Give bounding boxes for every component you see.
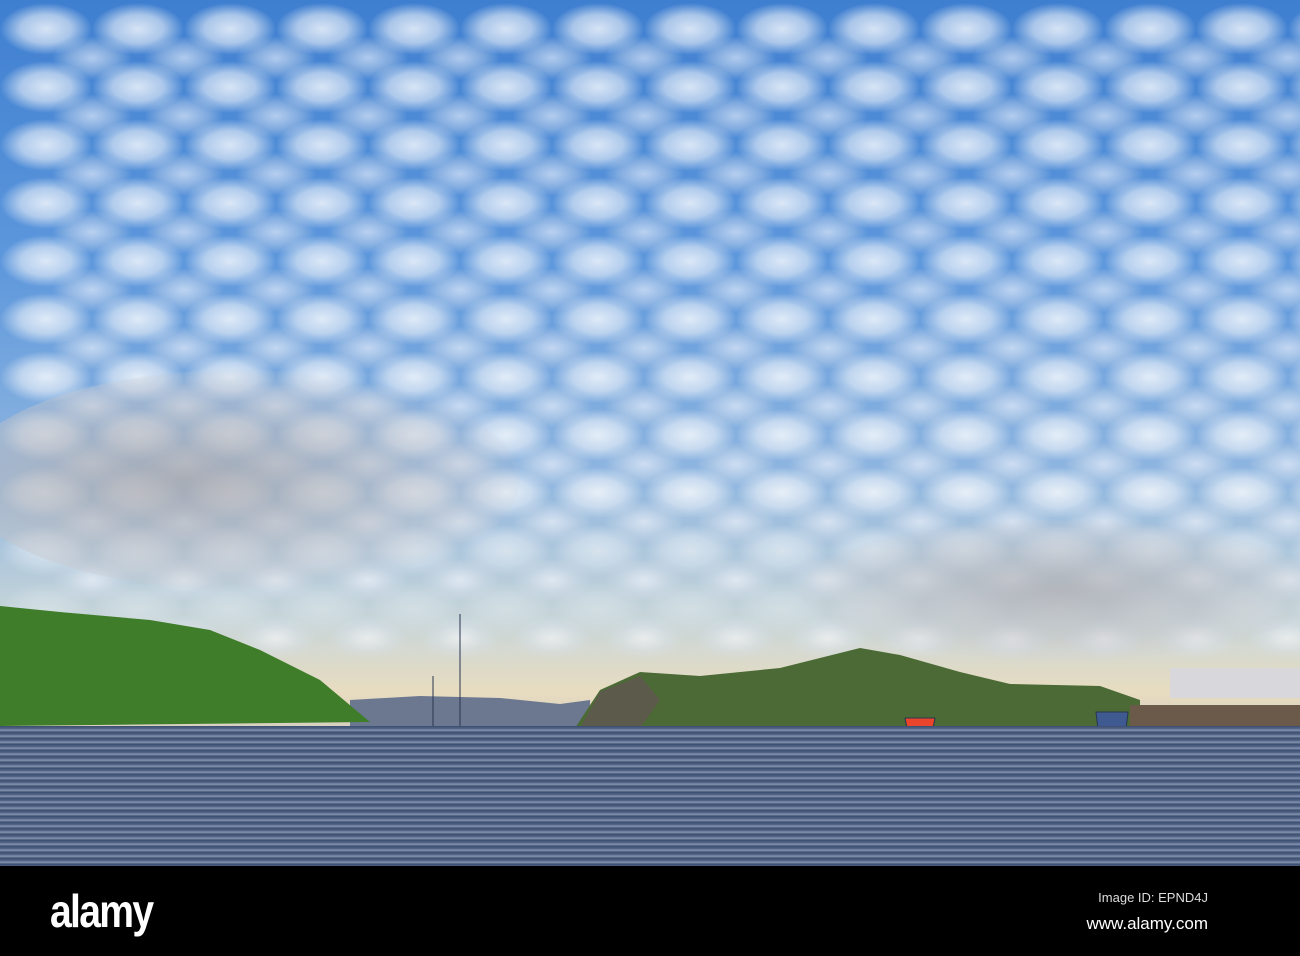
harbour-photo — [0, 0, 1300, 866]
left-headland — [0, 606, 370, 726]
alamy-logo: alamy — [50, 885, 154, 937]
central-mountain — [575, 648, 1140, 728]
pier — [1130, 668, 1300, 733]
image-id: Image ID: EPND4J — [1098, 890, 1208, 905]
watermark-footer: alamy Image ID: EPND4J www.alamy.com — [0, 866, 1300, 956]
distant-hills — [350, 696, 590, 728]
harbour-water — [0, 726, 1300, 866]
website-link: www.alamy.com — [1086, 914, 1208, 933]
